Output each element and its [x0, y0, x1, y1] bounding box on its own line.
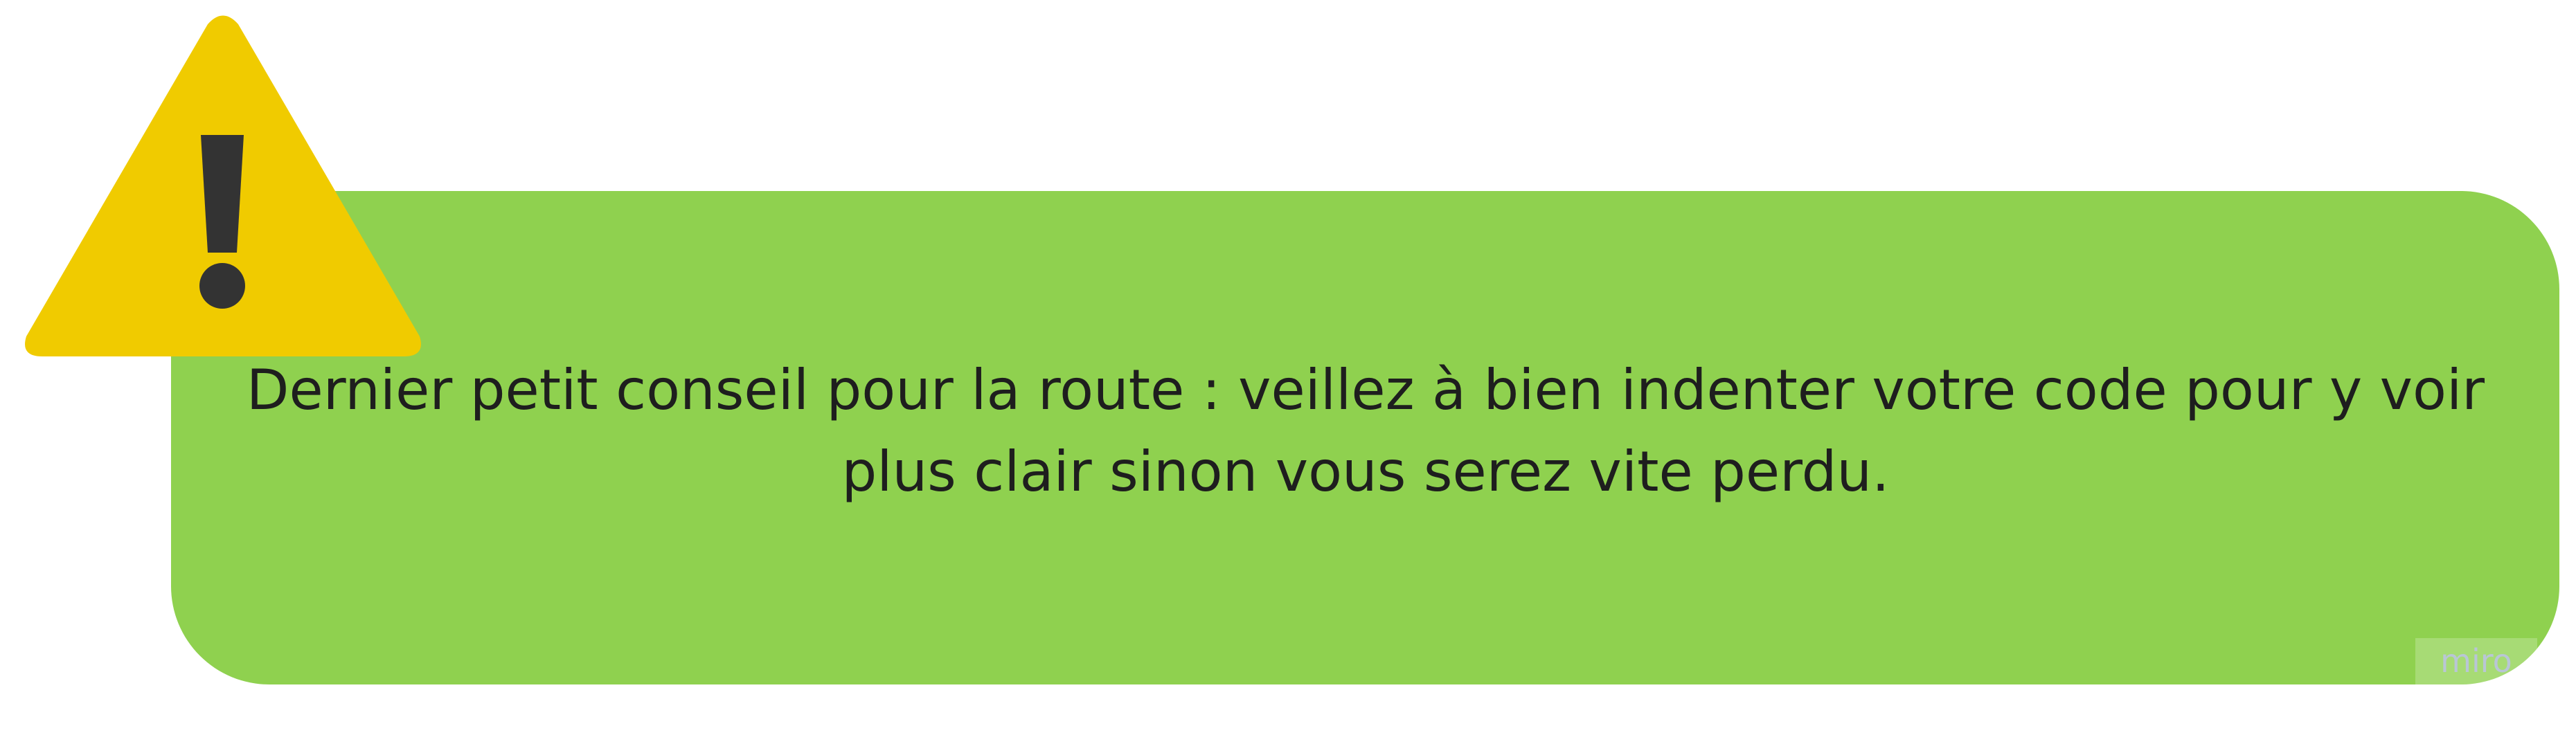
miro-watermark: miro	[2415, 638, 2537, 684]
exclamation-bar	[201, 135, 244, 253]
exclamation-dot	[199, 263, 245, 309]
warning-icon	[25, 15, 421, 356]
tip-message: Dernier petit conseil pour la route : ve…	[246, 358, 2485, 504]
